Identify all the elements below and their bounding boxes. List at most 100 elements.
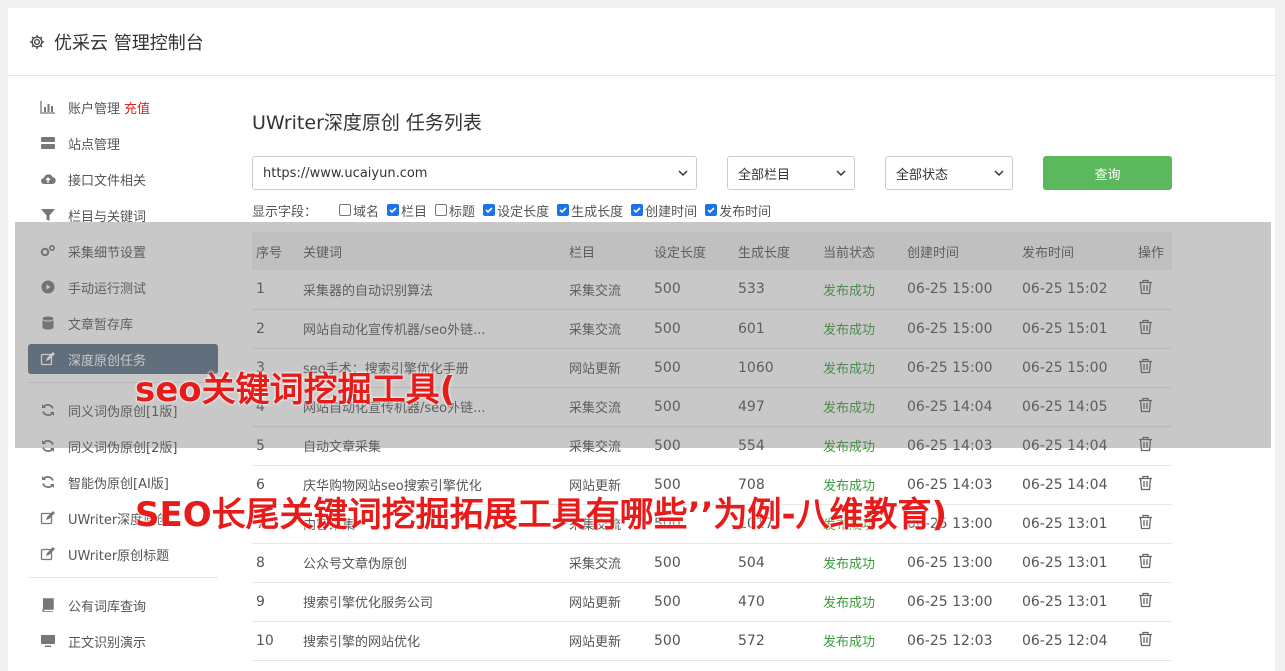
field-checkbox-label: 发布时间: [719, 204, 772, 220]
sidebar-item[interactable]: UWriter原创标题: [28, 539, 218, 569]
recharge-link[interactable]: 充值: [124, 98, 150, 117]
gear-icon: [29, 34, 45, 49]
table-row: 8 公众号文章伪原创 采集交流 500 504 发布成功 06-25 13:00 06-25 …: [252, 543, 1172, 583]
sidebar-item[interactable]: 站点管理: [28, 128, 218, 158]
cell-keyword: 搜索引擎的网站优化: [299, 621, 565, 661]
cell-no: 9: [252, 582, 299, 622]
cell-gen-len: 504: [734, 543, 819, 583]
field-checkbox[interactable]: 创建时间: [631, 201, 697, 220]
filter-icon: [38, 208, 58, 222]
sidebar-item-label: 账户管理: [68, 101, 121, 117]
column-select[interactable]: 全部栏目: [727, 156, 855, 190]
field-checkbox[interactable]: 发布时间: [705, 201, 771, 220]
field-checkbox[interactable]: 栏目: [387, 201, 427, 220]
cell-published: 06-25 13:01: [1018, 582, 1134, 622]
cell-published: 06-25 12:04: [1018, 621, 1134, 661]
cell-published: 06-25 13:01: [1018, 543, 1134, 583]
cell-no: 10: [252, 621, 299, 661]
trash-icon[interactable]: [1138, 592, 1153, 608]
checkbox-unchecked-icon: [435, 204, 448, 216]
checkbox-checked-icon: [557, 204, 570, 216]
cell-actions: [1134, 621, 1172, 661]
top-bar: 优采云 管理控制台: [8, 8, 1275, 76]
sidebar-item-label: 正文识别演示: [68, 635, 147, 651]
edit-icon: [38, 511, 58, 525]
chevron-down-icon: [994, 170, 1004, 177]
bar-chart-icon: [38, 100, 58, 114]
checkbox-checked-icon: [705, 204, 718, 216]
cell-actions: [1134, 543, 1172, 583]
cell-published: 06-25 13:01: [1018, 504, 1134, 544]
field-checkbox[interactable]: 域名: [339, 201, 379, 220]
trash-icon[interactable]: [1138, 553, 1153, 569]
status-select[interactable]: 全部状态: [885, 156, 1013, 190]
display-fields-label: 显示字段：: [252, 204, 318, 220]
overlay-caption-line2: SEO长尾关键词挖掘拓展工具有哪些’’为例-八维教育): [135, 495, 948, 535]
trash-icon[interactable]: [1138, 514, 1153, 530]
table-row: 9 搜索引擎优化服务公司 网站更新 500 470 发布成功 06-25 13:00 06-2…: [252, 582, 1172, 622]
sidebar-item-label: 站点管理: [68, 137, 121, 153]
trash-icon[interactable]: [1138, 631, 1153, 647]
sidebar-item[interactable]: 正文识别演示: [28, 626, 218, 656]
cell-no: 8: [252, 543, 299, 583]
cloud-upload-icon: [38, 172, 58, 186]
checkbox-checked-icon: [387, 204, 400, 216]
cell-actions: [1134, 465, 1172, 505]
monitor-icon: [38, 634, 58, 648]
sidebar-item[interactable]: 公有词库查询: [28, 590, 218, 620]
cell-actions: [1134, 504, 1172, 544]
filter-bar: https://www.ucaiyun.com 全部栏目 全部状态 查询: [252, 156, 1172, 190]
cell-set-len: 500: [650, 621, 734, 661]
cell-set-len: 500: [650, 582, 734, 622]
cell-published: 06-25 14:04: [1018, 465, 1134, 505]
cell-created: 06-25 12:03: [903, 621, 1018, 661]
cell-actions: [1134, 582, 1172, 622]
cell-column: 网站更新: [565, 621, 650, 661]
book-icon: [38, 598, 58, 612]
cell-gen-len: 470: [734, 582, 819, 622]
cell-keyword: 公众号文章伪原创: [299, 543, 565, 583]
cell-created: 06-25 13:00: [903, 582, 1018, 622]
cell-column: 采集交流: [565, 543, 650, 583]
image-overlay-band: [15, 222, 1271, 448]
site-select-value: https://www.ucaiyun.com: [263, 165, 428, 181]
trash-icon[interactable]: [1138, 475, 1153, 491]
cell-status: 发布成功: [819, 582, 903, 622]
page-title: UWriter深度原创 任务列表: [252, 112, 482, 134]
table-row: 10 搜索引擎的网站优化 网站更新 500 572 发布成功 06-25 12:03 06-2…: [252, 621, 1172, 661]
status-select-value: 全部状态: [896, 167, 949, 183]
app-title: 优采云 管理控制台: [54, 32, 204, 54]
site-select[interactable]: https://www.ucaiyun.com: [252, 156, 697, 190]
field-checkbox[interactable]: 标题: [435, 201, 475, 220]
cell-keyword: 搜索引擎优化服务公司: [299, 582, 565, 622]
cell-status: 发布成功: [819, 621, 903, 661]
sidebar-item[interactable]: 接口文件相关: [28, 164, 218, 194]
checkbox-checked-icon: [483, 204, 496, 216]
field-checkbox-label: 创建时间: [645, 204, 698, 220]
cell-column: 网站更新: [565, 582, 650, 622]
refresh-icon: [38, 475, 58, 489]
field-checkbox-label: 标题: [449, 204, 476, 220]
cell-set-len: 500: [650, 543, 734, 583]
overlay-caption-line1: seo关键词挖掘工具(: [135, 370, 456, 410]
checkbox-checked-icon: [631, 204, 644, 216]
field-checkbox[interactable]: 设定长度: [483, 201, 549, 220]
sidebar-divider: [28, 577, 218, 578]
checkbox-unchecked-icon: [339, 204, 352, 216]
edit-icon: [38, 547, 58, 561]
sidebar-item-label: UWriter原创标题: [68, 548, 170, 564]
chevron-down-icon: [678, 170, 688, 177]
sidebar-item-label: 接口文件相关: [68, 173, 147, 189]
cell-status: 发布成功: [819, 543, 903, 583]
sidebar-item-label: 公有词库查询: [68, 599, 147, 615]
column-select-value: 全部栏目: [738, 167, 791, 183]
query-button[interactable]: 查询: [1043, 156, 1172, 190]
field-checkbox[interactable]: 生成长度: [557, 201, 623, 220]
field-checkbox-label: 设定长度: [497, 204, 550, 220]
server-icon: [38, 136, 58, 150]
cell-gen-len: 572: [734, 621, 819, 661]
field-checkbox-label: 栏目: [401, 204, 428, 220]
chevron-down-icon: [836, 170, 846, 177]
sidebar-item[interactable]: 账户管理 充值: [28, 92, 218, 122]
field-checkbox-label: 域名: [353, 204, 380, 220]
